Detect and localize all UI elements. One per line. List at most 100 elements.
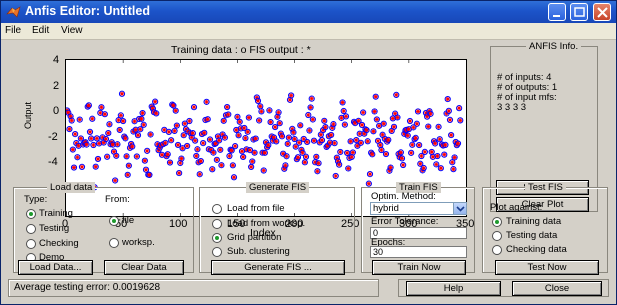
fis-output-point [78,136,83,141]
fis-output-point [181,133,186,138]
fis-output-point [190,131,195,136]
fis-output-point [306,113,311,118]
fis-output-point [285,141,290,146]
optim-method-value: hybrid [373,203,399,214]
fis-output-point [185,143,190,148]
menu-edit[interactable]: Edit [32,25,49,36]
fis-output-point [227,154,232,159]
fis-output-point [370,152,375,157]
fis-output-point [328,140,332,145]
fis-output-point [136,133,140,138]
help-button[interactable]: Help [406,281,501,296]
fis-output-point [198,159,203,164]
fis-output-point [258,104,263,109]
from-label: From: [105,194,130,205]
fis-output-point [154,111,159,116]
fis-output-point [345,150,350,155]
radio-checking[interactable] [26,239,36,249]
fis-output-point [104,137,108,142]
fis-output-point [126,163,131,168]
test-now-button[interactable]: Test Now [495,260,599,275]
fis-output-point [248,148,252,153]
fis-output-point [445,97,450,102]
fis-output-point [342,122,347,127]
radio-testing-data[interactable] [492,231,502,241]
radio-from-workspace[interactable] [109,238,119,248]
fis-output-point [76,143,81,148]
radio-sub-clustering[interactable] [212,247,222,257]
type-label: Type: [24,194,48,205]
fis-output-point [197,172,202,177]
fis-output-point [291,130,296,135]
radio-checking-data-label: Checking data [506,244,567,255]
fis-output-point [401,163,406,168]
clear-data-button[interactable]: Clear Data [104,260,184,275]
fis-output-point [67,127,72,132]
fis-output-point [304,154,308,159]
fis-output-point [333,173,338,178]
fis-output-point [395,115,400,120]
fis-output-point [413,135,418,140]
fis-output-point [116,118,121,123]
radio-grid-partition[interactable] [212,233,222,243]
minimize-button[interactable] [548,3,566,21]
fis-output-point [105,154,110,159]
fis-output-point [293,144,298,149]
fis-output-point [409,150,414,155]
fis-output-point [130,144,135,149]
menu-view[interactable]: View [61,25,83,36]
fis-output-point [208,137,212,142]
fis-output-point [379,148,384,153]
fis-output-point [422,149,427,154]
fis-output-point [458,118,463,123]
fis-output-point [230,163,235,168]
radio-training[interactable] [26,209,36,219]
fis-output-point [298,123,303,128]
fis-output-point [365,139,370,144]
fis-output-point [72,165,76,170]
close-button[interactable]: Close [512,281,602,296]
fis-output-point [329,132,334,137]
fis-output-point [408,119,412,124]
fis-output-point [211,150,216,155]
radio-training-data-label: Training data [506,216,562,227]
fis-output-point [77,117,82,122]
error-tolerance-label: Error Tolerance: [371,216,439,227]
fis-output-point [256,98,260,103]
fis-output-point [218,147,223,152]
fis-output-point [446,108,451,113]
fis-output-point [346,166,351,171]
generate-fis-title: Generate FIS [246,182,310,193]
fis-output-point [249,164,254,169]
fis-output-point [428,111,433,116]
menu-file[interactable]: File [5,25,21,36]
fis-output-point [253,136,258,141]
close-icon [597,7,608,18]
fis-output-point [302,160,307,165]
radio-load-from-workspace[interactable] [212,219,222,229]
fis-output-point [145,148,150,153]
fis-output-point [70,147,75,152]
radio-testing[interactable] [26,224,36,234]
radio-from-file[interactable] [109,216,119,226]
generate-fis-button[interactable]: Generate FIS ... [211,260,345,275]
fis-output-point [133,127,138,132]
fis-output-point [219,163,224,168]
fis-output-point [242,125,247,130]
fis-output-point [165,152,170,157]
fis-output-point [452,155,457,160]
train-now-button[interactable]: Train Now [372,260,466,275]
radio-checking-data[interactable] [492,245,502,255]
fis-output-point [386,137,391,142]
optim-method-select[interactable]: hybrid [370,202,467,215]
radio-load-from-file[interactable] [212,204,222,214]
radio-training-data[interactable] [492,217,502,227]
load-data-button[interactable]: Load Data... [18,260,93,275]
maximize-button[interactable] [570,3,588,21]
fis-output-point [436,124,441,129]
fis-output-point [332,141,337,146]
close-window-button[interactable] [593,3,611,21]
fis-output-point [268,120,273,125]
fis-output-point [89,136,94,141]
epochs-field[interactable]: 30 [370,246,467,258]
